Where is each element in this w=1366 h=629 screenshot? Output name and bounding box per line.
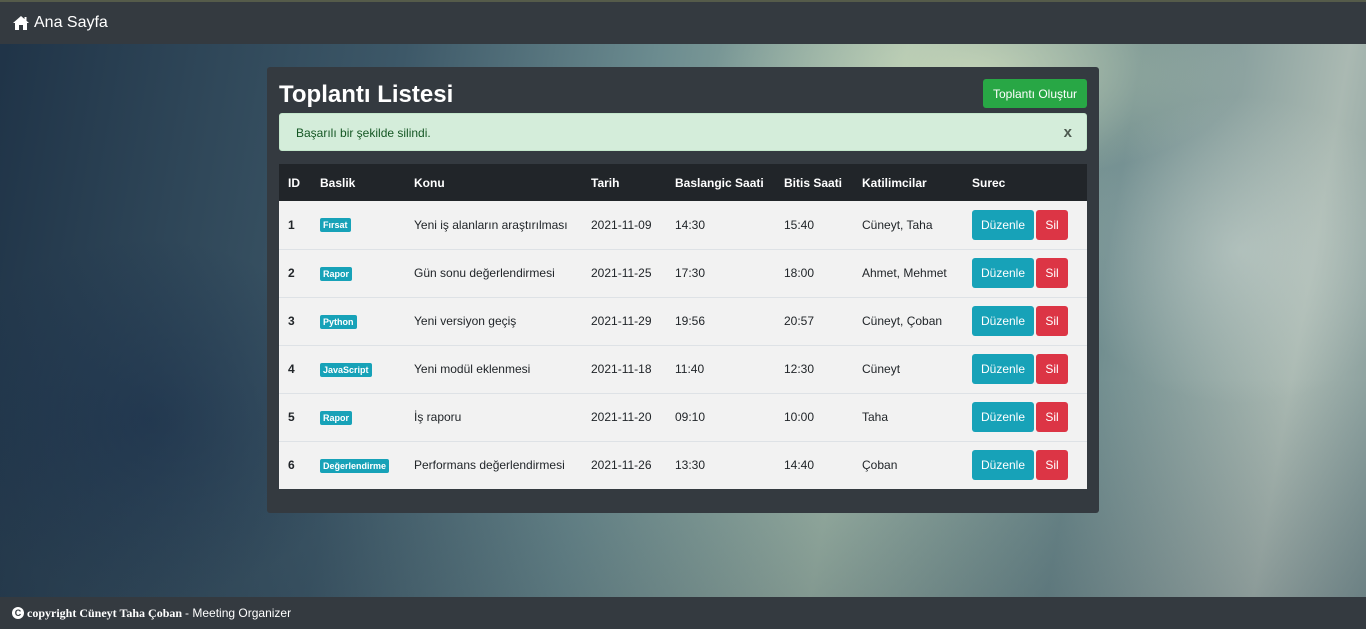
cell-baslik: Rapor	[311, 393, 405, 441]
cell-participants: Cüneyt, Taha	[862, 217, 933, 232]
alert-close-button[interactable]: x	[1064, 124, 1072, 141]
category-badge: Fırsat	[320, 218, 351, 233]
delete-button[interactable]: Sil	[1036, 306, 1068, 336]
category-badge: Python	[320, 314, 357, 329]
column-header-surec: Surec	[972, 175, 1006, 190]
cell-tarih: 2021-11-25	[591, 266, 652, 280]
cell-konu: Yeni versiyon geçiş	[414, 314, 517, 328]
edit-button[interactable]: Düzenle	[972, 354, 1034, 384]
table-row: 6 Değerlendirme Performans değerlendirme…	[279, 441, 1087, 489]
cell-id: 2	[288, 266, 295, 280]
meeting-list-panel: Toplantı Listesi Toplantı Oluştur Başarı…	[267, 67, 1099, 513]
cell-konu: İş raporu	[414, 410, 462, 424]
cell-participants: Çoban	[862, 458, 898, 473]
edit-button[interactable]: Düzenle	[972, 402, 1034, 432]
column-header-baslangic: Baslangic Saati	[675, 175, 764, 190]
copyright-text: copyright Cüneyt Taha Çoban	[27, 605, 183, 620]
cell-end-time: 18:00	[784, 266, 815, 280]
cell-id: 1	[288, 217, 295, 232]
cell-participants: Taha	[862, 410, 889, 424]
column-header-id: ID	[288, 175, 300, 190]
cell-start-time: 19:56	[675, 314, 706, 328]
column-header-tarih: Tarih	[591, 175, 620, 190]
category-badge: JavaScript	[320, 362, 372, 377]
footer: C copyright Cüneyt Taha Çoban - Meeting …	[0, 597, 1366, 629]
table-row: 1 Fırsat Yeni iş alanların araştırılması…	[279, 201, 1087, 249]
delete-button[interactable]: Sil	[1036, 209, 1068, 240]
cell-tarih: 2021-11-18	[591, 362, 652, 376]
category-badge: Rapor	[320, 410, 353, 425]
cell-actions: Düzenle Sil	[963, 249, 1087, 297]
page-title-part1: Toplantı	[279, 81, 371, 108]
home-link[interactable]: Ana Sayfa	[12, 14, 108, 32]
column-header-bitis: Bitis Saati	[784, 175, 843, 190]
cell-end-time: 10:00	[784, 410, 815, 424]
page-title: Toplantı Listesi	[279, 81, 453, 109]
cell-konu: Yeni iş alanların araştırılması	[414, 217, 568, 232]
navbar: Ana Sayfa	[0, 0, 1366, 44]
table-row: 4 JavaScript Yeni modül eklenmesi 2021-1…	[279, 345, 1087, 393]
cell-participants: Cüneyt	[862, 362, 901, 376]
cell-baslik: Fırsat	[311, 201, 405, 249]
column-header-katilimcilar: Katilimcilar	[862, 175, 927, 190]
category-badge: Değerlendirme	[320, 458, 390, 473]
cell-tarih: 2021-11-29	[591, 314, 652, 328]
cell-participants: Ahmet, Mehmet	[862, 266, 947, 280]
delete-button[interactable]: Sil	[1036, 450, 1068, 481]
edit-button[interactable]: Düzenle	[972, 306, 1034, 336]
cell-id: 4	[288, 362, 295, 376]
table-row: 5 Rapor İş raporu 2021-11-20 09:10 10:00…	[279, 393, 1087, 441]
edit-button[interactable]: Düzenle	[972, 258, 1034, 288]
cell-tarih: 2021-11-09	[591, 217, 652, 232]
cell-end-time: 15:40	[784, 217, 815, 232]
delete-button[interactable]: Sil	[1036, 354, 1068, 384]
home-icon	[13, 16, 29, 30]
cell-konu: Performans değerlendirmesi	[414, 458, 565, 473]
app-name-text: - Meeting Organizer	[185, 606, 292, 620]
cell-participants: Cüneyt, Çoban	[862, 314, 943, 328]
cell-end-time: 14:40	[784, 458, 815, 473]
cell-start-time: 11:40	[675, 362, 705, 376]
cell-id: 3	[288, 314, 295, 328]
copyright-icon: C	[12, 607, 24, 619]
cell-actions: Düzenle Sil	[963, 201, 1087, 249]
cell-baslik: Rapor	[311, 249, 405, 297]
table-row: 3 Python Yeni versiyon geçiş 2021-11-29 …	[279, 297, 1087, 345]
alert-message: Başarılı bir şekilde silindi.	[296, 126, 431, 140]
category-badge: Rapor	[320, 266, 353, 281]
column-header-konu: Konu	[414, 175, 445, 190]
cell-konu: Gün sonu değerlendirmesi	[414, 266, 555, 280]
cell-id: 6	[288, 458, 295, 473]
cell-actions: Düzenle Sil	[963, 393, 1087, 441]
cell-end-time: 20:57	[784, 314, 815, 328]
success-alert: Başarılı bir şekilde silindi. x	[279, 113, 1087, 151]
cell-tarih: 2021-11-20	[591, 410, 652, 424]
cell-id: 5	[288, 410, 295, 424]
create-meeting-button[interactable]: Toplantı Oluştur	[983, 79, 1087, 108]
meeting-table: ID Baslik Konu Tarih Baslangic Saati Bit…	[279, 164, 1087, 489]
cell-start-time: 14:30	[675, 217, 706, 232]
home-link-label: Ana Sayfa	[34, 14, 108, 31]
cell-actions: Düzenle Sil	[963, 297, 1087, 345]
column-header-baslik: Baslik	[320, 175, 356, 190]
edit-button[interactable]: Düzenle	[972, 450, 1034, 481]
cell-baslik: Değerlendirme	[311, 441, 405, 489]
cell-baslik: Python	[311, 297, 405, 345]
delete-button[interactable]: Sil	[1036, 402, 1068, 432]
cell-konu: Yeni modül eklenmesi	[414, 362, 531, 376]
cell-tarih: 2021-11-26	[591, 458, 652, 473]
cell-baslik: JavaScript	[311, 345, 405, 393]
cell-start-time: 13:30	[675, 458, 706, 473]
cell-end-time: 12:30	[784, 362, 815, 376]
cell-start-time: 09:10	[675, 410, 706, 424]
cell-actions: Düzenle Sil	[963, 441, 1087, 489]
table-header-row: ID Baslik Konu Tarih Baslangic Saati Bit…	[279, 164, 1087, 201]
page-title-part2: Listesi	[377, 81, 454, 108]
cell-start-time: 17:30	[675, 266, 706, 280]
edit-button[interactable]: Düzenle	[972, 209, 1034, 240]
delete-button[interactable]: Sil	[1036, 258, 1068, 288]
cell-actions: Düzenle Sil	[963, 345, 1087, 393]
table-row: 2 Rapor Gün sonu değerlendirmesi 2021-11…	[279, 249, 1087, 297]
